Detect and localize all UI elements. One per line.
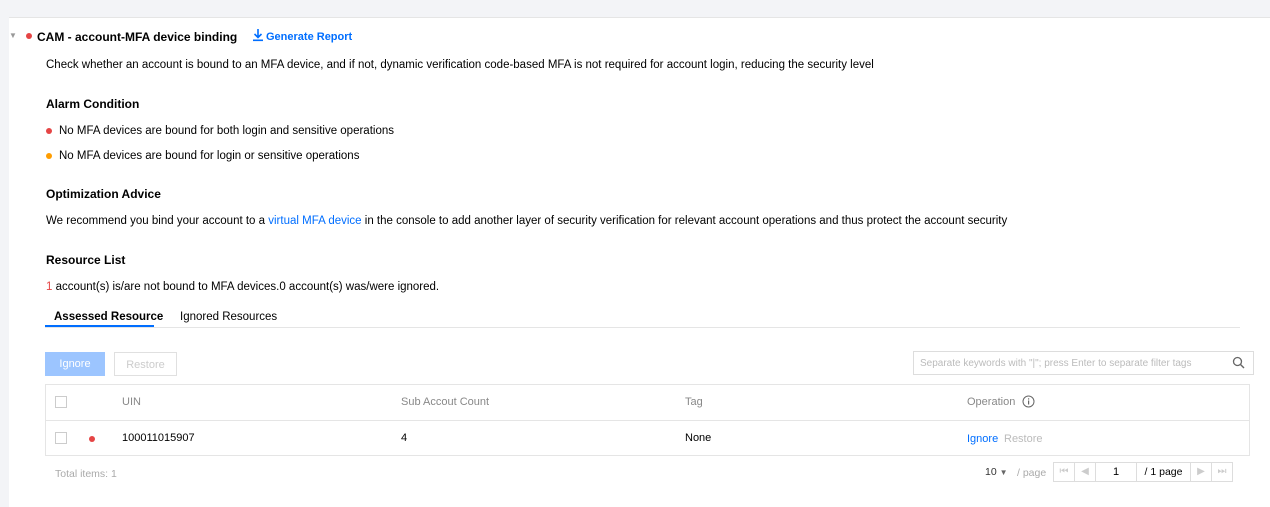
risk-level-dot [26,33,32,39]
select-all-checkbox[interactable] [55,396,67,408]
last-page-icon[interactable]: ⏭ [1211,462,1233,482]
search-input[interactable]: Separate keywords with "|"; press Enter … [913,351,1254,375]
cell-sub-count: 4 [401,432,408,444]
advice-text: We recommend you bind your account to a … [46,215,1007,227]
col-header-tag: Tag [685,396,703,408]
alarm-item-medium: No MFA devices are bound for login or se… [59,150,360,162]
alarm-dot-medium [46,153,52,159]
collapse-icon[interactable]: ▼ [9,31,17,40]
page-size-select[interactable]: 10 ▼ [985,466,1008,478]
ignore-button[interactable]: Ignore [45,352,105,376]
page-total: / 1 page [1136,462,1191,482]
prev-page-icon[interactable]: ◀ [1074,462,1096,482]
search-icon[interactable] [1232,356,1245,372]
optimization-advice-heading: Optimization Advice [46,187,161,201]
check-detail-panel: ▼ CAM - account-MFA device binding Gener… [9,17,1270,507]
download-icon[interactable] [252,28,264,45]
resource-list-heading: Resource List [46,253,126,267]
restore-button[interactable]: Restore [114,352,177,376]
generate-report-link[interactable]: Generate Report [266,31,352,43]
table-row: 100011015907 4 None Ignore Restore [46,421,1249,456]
tab-active-indicator [45,325,154,327]
advice-prefix: We recommend you bind your account to a [46,215,269,227]
row-restore-link[interactable]: Restore [1004,433,1043,445]
col-header-sub-count: Sub Accout Count [401,396,490,408]
check-title: CAM - account-MFA device binding [37,30,238,44]
resource-summary-text: account(s) is/are not bound to MFA devic… [52,281,440,293]
total-items: Total items: 1 [55,468,117,480]
advice-suffix: in the console to add another layer of s… [361,215,1008,227]
resource-table: UIN Sub Accout Count Tag Operation 10001… [45,384,1250,456]
next-page-icon[interactable]: ▶ [1190,462,1212,482]
tab-divider [45,327,1240,328]
page-size-value: 10 [985,466,997,478]
first-page-icon[interactable]: ⏮ [1053,462,1075,482]
search-placeholder: Separate keywords with "|"; press Enter … [920,358,1192,369]
row-checkbox[interactable] [55,432,67,444]
table-header: UIN Sub Accout Count Tag Operation [46,385,1249,421]
tab-assessed-resource[interactable]: Assessed Resource [54,311,163,323]
cell-tag: None [685,432,712,444]
col-header-operation: Operation [967,396,1016,408]
col-header-uin: UIN [122,396,141,408]
per-page-label: / page [1017,467,1047,479]
row-risk-dot [89,436,95,442]
resource-summary: 1 account(s) is/are not bound to MFA dev… [46,281,439,293]
alarm-dot-high [46,128,52,134]
check-description: Check whether an account is bound to an … [46,59,874,71]
tab-ignored-resources[interactable]: Ignored Resources [180,311,277,323]
page-number-input[interactable]: 1 [1095,462,1137,482]
virtual-mfa-link[interactable]: virtual MFA device [268,215,361,227]
alarm-condition-heading: Alarm Condition [46,97,140,111]
info-icon[interactable] [1022,395,1035,411]
cell-uin: 100011015907 [122,432,195,444]
row-ignore-link[interactable]: Ignore [967,433,998,445]
alarm-item-high: No MFA devices are bound for both login … [59,125,394,137]
chevron-down-icon: ▼ [999,468,1008,477]
